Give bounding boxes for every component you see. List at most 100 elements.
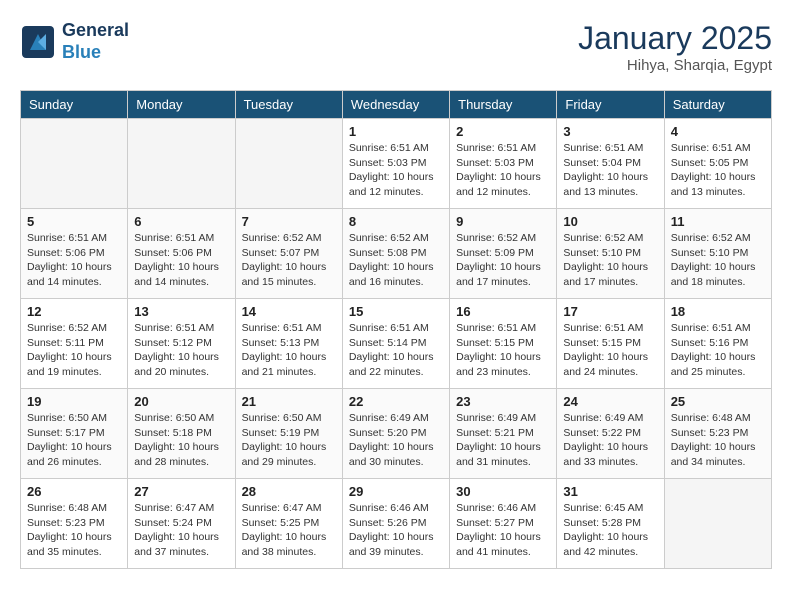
logo-icon (20, 24, 56, 60)
day-number: 20 (134, 394, 228, 409)
calendar-cell: 12 Sunrise: 6:52 AMSunset: 5:11 PMDayligh… (21, 299, 128, 389)
day-number: 24 (563, 394, 657, 409)
day-of-week-header: Saturday (664, 91, 771, 119)
calendar-cell: 11 Sunrise: 6:52 AMSunset: 5:10 PMDayligh… (664, 209, 771, 299)
calendar-cell: 18 Sunrise: 6:51 AMSunset: 5:16 PMDayligh… (664, 299, 771, 389)
calendar-cell: 27Sunrise: 6:47 AMSunset: 5:24 PMDayligh… (128, 479, 235, 569)
day-info: Sunrise: 6:51 AMSunset: 5:04 PMDaylight:… (563, 141, 657, 200)
calendar-week-row: 5 Sunrise: 6:51 AMSunset: 5:06 PMDaylight… (21, 209, 772, 299)
calendar-cell: 9 Sunrise: 6:52 AMSunset: 5:09 PMDaylight… (450, 209, 557, 299)
calendar-cell: 23 Sunrise: 6:49 AMSunset: 5:21 PMDayligh… (450, 389, 557, 479)
day-of-week-header: Friday (557, 91, 664, 119)
day-info: Sunrise: 6:51 AMSunset: 5:03 PMDaylight:… (349, 141, 443, 200)
day-number: 16 (456, 304, 550, 319)
day-info: Sunrise: 6:52 AMSunset: 5:11 PMDaylight:… (27, 321, 121, 380)
calendar-cell: 3 Sunrise: 6:51 AMSunset: 5:04 PMDaylight… (557, 119, 664, 209)
day-info: Sunrise: 6:51 AMSunset: 5:12 PMDaylight:… (134, 321, 228, 380)
day-number: 7 (242, 214, 336, 229)
day-info: Sunrise: 6:51 AMSunset: 5:15 PMDaylight:… (563, 321, 657, 380)
day-info: Sunrise: 6:52 AMSunset: 5:08 PMDaylight:… (349, 231, 443, 290)
calendar-cell: 24Sunrise: 6:49 AMSunset: 5:22 PMDayligh… (557, 389, 664, 479)
page-header: General Blue January 2025 Hihya, Sharqia… (20, 20, 772, 74)
day-info: Sunrise: 6:51 AMSunset: 5:03 PMDaylight:… (456, 141, 550, 200)
calendar-cell (235, 119, 342, 209)
calendar-cell: 31 Sunrise: 6:45 AMSunset: 5:28 PMDayligh… (557, 479, 664, 569)
calendar-cell: 25Sunrise: 6:48 AMSunset: 5:23 PMDayligh… (664, 389, 771, 479)
day-info: Sunrise: 6:46 AMSunset: 5:27 PMDaylight:… (456, 501, 550, 560)
calendar-cell: 10 Sunrise: 6:52 AMSunset: 5:10 PMDayligh… (557, 209, 664, 299)
logo: General Blue (20, 20, 129, 63)
day-info: Sunrise: 6:45 AMSunset: 5:28 PMDaylight:… (563, 501, 657, 560)
day-number: 21 (242, 394, 336, 409)
calendar-cell: 14 Sunrise: 6:51 AMSunset: 5:13 PMDayligh… (235, 299, 342, 389)
calendar-header-row: SundayMondayTuesdayWednesdayThursdayFrid… (21, 91, 772, 119)
day-number: 29 (349, 484, 443, 499)
calendar-cell: 20 Sunrise: 6:50 AMSunset: 5:18 PMDayligh… (128, 389, 235, 479)
day-number: 2 (456, 124, 550, 139)
calendar-week-row: 12 Sunrise: 6:52 AMSunset: 5:11 PMDayligh… (21, 299, 772, 389)
day-info: Sunrise: 6:50 AMSunset: 5:18 PMDaylight:… (134, 411, 228, 470)
day-info: Sunrise: 6:52 AMSunset: 5:09 PMDaylight:… (456, 231, 550, 290)
day-info: Sunrise: 6:51 AMSunset: 5:06 PMDaylight:… (27, 231, 121, 290)
calendar-cell (21, 119, 128, 209)
calendar-cell: 2 Sunrise: 6:51 AMSunset: 5:03 PMDaylight… (450, 119, 557, 209)
day-number: 14 (242, 304, 336, 319)
day-info: Sunrise: 6:47 AMSunset: 5:24 PMDaylight:… (134, 501, 228, 560)
day-info: Sunrise: 6:52 AMSunset: 5:10 PMDaylight:… (671, 231, 765, 290)
day-number: 3 (563, 124, 657, 139)
day-number: 1 (349, 124, 443, 139)
day-info: Sunrise: 6:52 AMSunset: 5:10 PMDaylight:… (563, 231, 657, 290)
calendar-cell (128, 119, 235, 209)
calendar-table: SundayMondayTuesdayWednesdayThursdayFrid… (20, 90, 772, 569)
day-info: Sunrise: 6:51 AMSunset: 5:13 PMDaylight:… (242, 321, 336, 380)
day-number: 26 (27, 484, 121, 499)
day-number: 19 (27, 394, 121, 409)
day-info: Sunrise: 6:51 AMSunset: 5:15 PMDaylight:… (456, 321, 550, 380)
day-number: 10 (563, 214, 657, 229)
day-number: 13 (134, 304, 228, 319)
day-number: 23 (456, 394, 550, 409)
day-number: 28 (242, 484, 336, 499)
day-of-week-header: Sunday (21, 91, 128, 119)
day-number: 8 (349, 214, 443, 229)
calendar-week-row: 1 Sunrise: 6:51 AMSunset: 5:03 PMDaylight… (21, 119, 772, 209)
day-info: Sunrise: 6:49 AMSunset: 5:21 PMDaylight:… (456, 411, 550, 470)
logo-text: General Blue (62, 20, 129, 63)
day-of-week-header: Wednesday (342, 91, 449, 119)
calendar-cell: 29 Sunrise: 6:46 AMSunset: 5:26 PMDayligh… (342, 479, 449, 569)
day-of-week-header: Thursday (450, 91, 557, 119)
calendar-cell: 8 Sunrise: 6:52 AMSunset: 5:08 PMDaylight… (342, 209, 449, 299)
day-info: Sunrise: 6:51 AMSunset: 5:06 PMDaylight:… (134, 231, 228, 290)
day-number: 9 (456, 214, 550, 229)
calendar-cell: 16 Sunrise: 6:51 AMSunset: 5:15 PMDayligh… (450, 299, 557, 389)
day-number: 17 (563, 304, 657, 319)
day-info: Sunrise: 6:50 AMSunset: 5:19 PMDaylight:… (242, 411, 336, 470)
day-number: 30 (456, 484, 550, 499)
day-info: Sunrise: 6:46 AMSunset: 5:26 PMDaylight:… (349, 501, 443, 560)
logo-line1: General (62, 20, 129, 42)
day-info: Sunrise: 6:51 AMSunset: 5:14 PMDaylight:… (349, 321, 443, 380)
calendar-body: 1 Sunrise: 6:51 AMSunset: 5:03 PMDaylight… (21, 119, 772, 569)
day-info: Sunrise: 6:51 AMSunset: 5:16 PMDaylight:… (671, 321, 765, 380)
day-info: Sunrise: 6:48 AMSunset: 5:23 PMDaylight:… (671, 411, 765, 470)
day-of-week-header: Tuesday (235, 91, 342, 119)
calendar-cell (664, 479, 771, 569)
day-number: 31 (563, 484, 657, 499)
day-number: 5 (27, 214, 121, 229)
day-info: Sunrise: 6:50 AMSunset: 5:17 PMDaylight:… (27, 411, 121, 470)
day-number: 15 (349, 304, 443, 319)
day-info: Sunrise: 6:52 AMSunset: 5:07 PMDaylight:… (242, 231, 336, 290)
day-number: 11 (671, 214, 765, 229)
day-number: 18 (671, 304, 765, 319)
calendar-cell: 17 Sunrise: 6:51 AMSunset: 5:15 PMDayligh… (557, 299, 664, 389)
day-number: 6 (134, 214, 228, 229)
calendar-cell: 30 Sunrise: 6:46 AMSunset: 5:27 PMDayligh… (450, 479, 557, 569)
day-number: 12 (27, 304, 121, 319)
day-of-week-header: Monday (128, 91, 235, 119)
calendar-cell: 26Sunrise: 6:48 AMSunset: 5:23 PMDayligh… (21, 479, 128, 569)
day-number: 4 (671, 124, 765, 139)
calendar-cell: 4Sunrise: 6:51 AMSunset: 5:05 PMDaylight… (664, 119, 771, 209)
day-info: Sunrise: 6:49 AMSunset: 5:20 PMDaylight:… (349, 411, 443, 470)
calendar-cell: 1 Sunrise: 6:51 AMSunset: 5:03 PMDaylight… (342, 119, 449, 209)
title-block: January 2025 Hihya, Sharqia, Egypt (578, 20, 772, 74)
